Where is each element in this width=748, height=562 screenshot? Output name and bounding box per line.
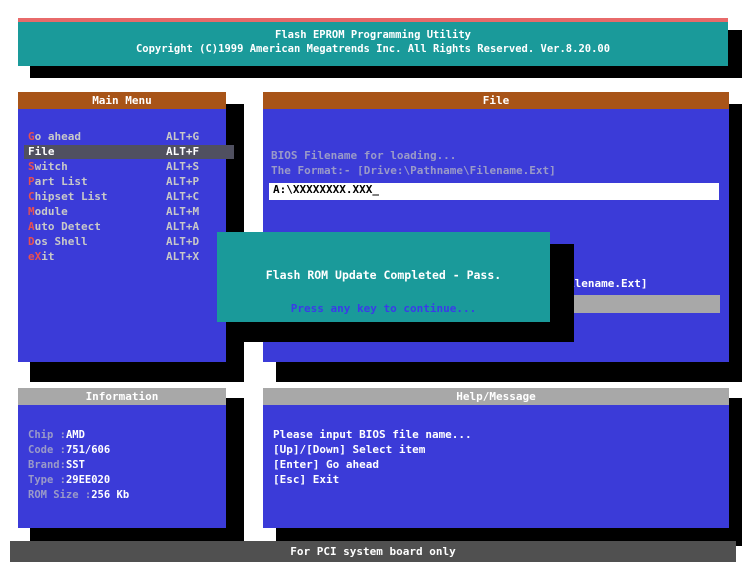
header-banner: Flash EPROM Programming Utility Copyrigh…	[18, 18, 728, 66]
information-panel: Information Chip :AMD Code :751/606 Brand:…	[18, 388, 226, 528]
info-value: 256 Kb	[91, 489, 130, 501]
menu-item-label: odule	[34, 205, 68, 218]
info-label: Type :	[28, 474, 66, 486]
info-value: 29EE020	[65, 474, 111, 486]
info-label: Chip :	[28, 429, 66, 441]
main-menu-title: Main Menu	[18, 92, 226, 109]
menu-item-shortcut: ALT+M	[166, 205, 200, 218]
menu-item-hotkey-letter: A	[28, 220, 35, 233]
menu-item-hotkey-letter: F	[28, 145, 35, 158]
menu-item-part-list[interactable]: Part List ALT+P	[28, 175, 226, 189]
menu-item-hotkey-letter: C	[28, 190, 35, 203]
help-line: [Enter] Go ahead	[273, 458, 379, 471]
filename-input[interactable]: A:\XXXXXXXX.XXX_	[269, 183, 719, 200]
info-row: Type :29EE020	[28, 473, 110, 487]
menu-item-shortcut: ALT+D	[166, 235, 200, 248]
menu-item-hotkey-letter: e	[28, 250, 35, 263]
menu-item-switch[interactable]: Switch ALT+S	[28, 160, 226, 174]
help-title: Help/Message	[263, 388, 729, 405]
menu-item-label: uto Detect	[34, 220, 101, 233]
copyright-text: Copyright (C)1999 American Megatrends In…	[135, 43, 611, 55]
menu-item-exit[interactable]: eXit ALT+X	[28, 250, 226, 264]
menu-item-chipset-list[interactable]: Chipset List ALT+C	[28, 190, 226, 204]
main-menu-panel: Main Menu Go ahead ALT+G File ALT+F Switch AL…	[18, 92, 234, 362]
menu-item-shortcut: ALT+X	[166, 250, 200, 263]
menu-item-shortcut: ALT+F	[166, 145, 200, 158]
info-label: Code :	[28, 444, 66, 456]
file-list-bar	[568, 295, 720, 313]
file-panel-title: File	[263, 92, 729, 109]
menu-item-label: os Shell	[34, 235, 88, 248]
info-row: ROM Size :256 Kb	[28, 488, 129, 502]
update-complete-dialog[interactable]: Flash ROM Update Completed - Pass. Press…	[217, 232, 550, 322]
info-label: ROM Size :	[28, 489, 92, 501]
menu-item-label: art List	[34, 175, 88, 188]
menu-item-dos-shell[interactable]: Dos Shell ALT+D	[28, 235, 226, 249]
file-format-text: The Format:- [Drive:\Pathname\Filename.E…	[271, 164, 556, 177]
file-prompt-text: BIOS Filename for loading...	[271, 149, 457, 162]
dialog-prompt: Press any key to continue...	[290, 302, 477, 315]
menu-item-shortcut: ALT+G	[166, 130, 200, 143]
menu-item-hotkey-letter: P	[28, 175, 35, 188]
dialog-message: Flash ROM Update Completed - Pass.	[265, 268, 502, 282]
help-line: [Esc] Exit	[273, 473, 340, 486]
help-panel: Help/Message Please input BIOS file name…	[263, 388, 729, 528]
info-value: 751/606	[65, 444, 111, 456]
info-row: Brand:SST	[28, 458, 85, 472]
help-line: Please input BIOS file name...	[273, 428, 472, 441]
file-format-partial: ilename.Ext]	[568, 277, 648, 290]
app-title: Flash EPROM Programming Utility	[275, 29, 471, 41]
menu-item-shortcut: ALT+A	[166, 220, 200, 233]
info-row: Code :751/606	[28, 443, 110, 457]
menu-item-module[interactable]: Module ALT+M	[28, 205, 226, 219]
status-bar: For PCI system board only	[10, 541, 736, 562]
menu-item-hotkey-letter: S	[28, 160, 35, 173]
menu-item-label-rest: it	[41, 250, 55, 263]
info-label: Brand:	[28, 459, 66, 471]
info-value: AMD	[65, 429, 85, 441]
menu-item-hotkey-letter: G	[28, 130, 35, 143]
menu-item-shortcut: ALT+S	[166, 160, 200, 173]
info-row: Chip :AMD	[28, 428, 85, 442]
menu-item-label: ile	[34, 145, 55, 158]
info-value: SST	[65, 459, 85, 471]
menu-item-label: witch	[34, 160, 68, 173]
menu-item-hotkey-letter: M	[28, 205, 35, 218]
menu-item-shortcut: ALT+P	[166, 175, 200, 188]
menu-item-shortcut: ALT+C	[166, 190, 200, 203]
menu-item-label: hipset List	[34, 190, 108, 203]
menu-item-go-ahead[interactable]: Go ahead ALT+G	[28, 130, 226, 144]
menu-item-label: o ahead	[34, 130, 81, 143]
menu-item-auto-detect[interactable]: Auto Detect ALT+A	[28, 220, 226, 234]
information-title: Information	[18, 388, 226, 405]
help-line: [Up]/[Down] Select item	[273, 443, 426, 456]
menu-item-hotkey-letter: D	[28, 235, 35, 248]
menu-item-file[interactable]: File ALT+F	[24, 145, 234, 159]
